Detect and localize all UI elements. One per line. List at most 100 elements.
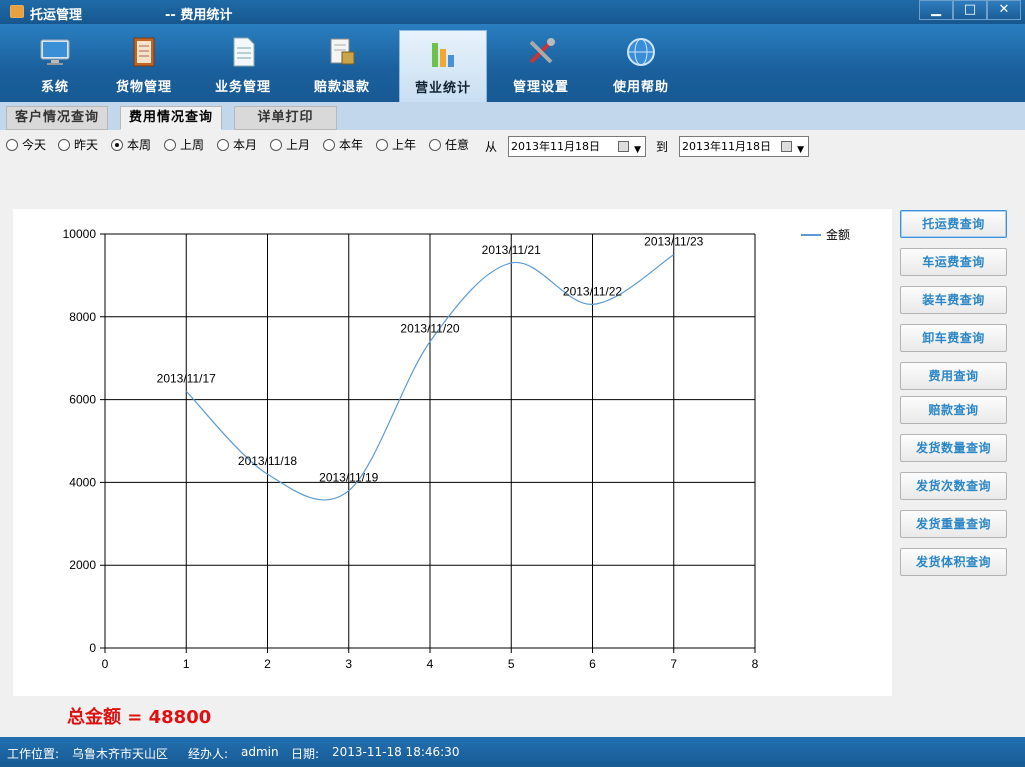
toolbar-label: 赔款退款 — [313, 80, 370, 95]
radio-dot-selected — [111, 139, 123, 151]
tab-strip: 客户情况查询 费用情况查询 详单打印 — [0, 102, 1025, 130]
toolbar-item-refund[interactable]: 赔款退款 — [298, 30, 386, 102]
toolbar-item-settings[interactable]: 管理设置 — [497, 30, 585, 102]
y-tick-label: 0 — [89, 641, 96, 655]
bar-chart-icon — [432, 43, 454, 67]
to-date-value: 2013年11月18日 — [682, 140, 771, 153]
x-tick-label: 0 — [102, 657, 109, 671]
data-label: 2013/11/18 — [238, 454, 297, 468]
toolbar-item-statistics[interactable]: 营业统计 — [399, 30, 487, 102]
radio-label: 本年 — [339, 138, 364, 152]
x-tick-label: 2 — [264, 657, 271, 671]
radio-yesterday[interactable]: 昨天 — [58, 137, 98, 153]
radio-label: 昨天 — [74, 138, 99, 152]
shipment-weight-query-button[interactable]: 发货重量查询 — [900, 510, 1007, 538]
toolbar-label: 系统 — [40, 80, 69, 95]
from-label: 从 — [485, 140, 498, 154]
close-button[interactable]: ✕ — [987, 0, 1021, 20]
x-tick-label: 3 — [345, 657, 352, 671]
maximize-button[interactable]: □ — [953, 0, 987, 20]
unloading-fee-query-button[interactable]: 卸车费查询 — [900, 324, 1007, 352]
radio-today[interactable]: 今天 — [6, 137, 46, 153]
toolbar-item-business[interactable]: 业务管理 — [199, 30, 287, 102]
tools-icon — [529, 38, 555, 64]
radio-label: 上年 — [392, 138, 417, 152]
data-label: 2013/11/21 — [482, 243, 541, 257]
data-label: 2013/11/20 — [400, 322, 459, 336]
radio-last-year[interactable]: 上年 — [376, 137, 416, 153]
from-date-picker[interactable]: 2013年11月18日 ▼ — [508, 136, 646, 157]
chevron-down-icon: ▼ — [797, 145, 804, 155]
compensation-query-button[interactable]: 赔款查询 — [900, 396, 1007, 424]
data-label: 2013/11/19 — [319, 471, 378, 485]
title-bar: 托运管理 -- 费用统计 ▁ □ ✕ — [0, 0, 1025, 24]
radio-label: 本月 — [233, 138, 258, 152]
expense-query-button[interactable]: 费用查询 — [900, 362, 1007, 390]
document-icon — [233, 37, 255, 67]
expense-chart: 0 1 2 3 4 5 6 7 8 0 2000 4000 6000 8000 10000 2013/11/1… — [13, 209, 892, 696]
receipt-icon — [330, 38, 355, 65]
radio-last-month[interactable]: 上月 — [270, 137, 310, 153]
radio-label: 今天 — [22, 138, 47, 152]
date-value: 2013-11-18 18:46:30 — [332, 745, 460, 759]
vehicle-fee-query-button[interactable]: 车运费查询 — [900, 248, 1007, 276]
total-amount: 总金额 = 48800 — [67, 707, 212, 728]
calendar-icon — [781, 141, 792, 152]
x-tick-label: 7 — [670, 657, 677, 671]
page-title: -- 费用统计 — [165, 8, 233, 23]
radio-dot — [429, 139, 441, 151]
y-tick-label: 8000 — [69, 310, 96, 324]
radio-dot — [376, 139, 388, 151]
radio-this-year[interactable]: 本年 — [323, 137, 363, 153]
x-tick-label: 1 — [183, 657, 190, 671]
tab-detail-print[interactable]: 详单打印 — [234, 106, 337, 130]
tab-expense-query[interactable]: 费用情况查询 — [120, 106, 223, 130]
main-toolbar: 系统 货物管理 业务管理 赔款退款 营业统计 管理设置 使用帮助 — [0, 24, 1025, 102]
radio-this-month[interactable]: 本月 — [217, 137, 257, 153]
radio-dot — [217, 139, 229, 151]
data-label: 2013/11/17 — [157, 371, 216, 385]
toolbar-item-system[interactable]: 系统 — [11, 30, 99, 102]
to-label: 到 — [656, 140, 669, 154]
chart-svg: 0 1 2 3 4 5 6 7 8 0 2000 4000 6000 8000 10000 2013/11/1… — [63, 227, 850, 671]
toolbar-label: 营业统计 — [414, 81, 471, 96]
to-date-picker[interactable]: 2013年11月18日 ▼ — [679, 136, 809, 157]
loading-fee-query-button[interactable]: 装车费查询 — [900, 286, 1007, 314]
x-tick-label: 8 — [752, 657, 759, 671]
ledger-icon — [133, 37, 155, 67]
monitor-icon — [40, 39, 70, 65]
shipment-volume-query-button[interactable]: 发货体积查询 — [900, 548, 1007, 576]
chevron-down-icon: ▼ — [634, 145, 641, 155]
data-label: 2013/11/23 — [644, 235, 703, 249]
toolbar-label: 使用帮助 — [612, 80, 669, 95]
toolbar-item-help[interactable]: 使用帮助 — [597, 30, 685, 102]
radio-dot — [6, 139, 18, 151]
operator-label: 经办人: — [188, 747, 229, 761]
radio-dot — [58, 139, 70, 151]
app-icon — [10, 5, 24, 18]
y-tick-label: 10000 — [63, 227, 97, 241]
radio-this-week[interactable]: 本周 — [111, 137, 151, 153]
legend-label: 金额 — [826, 227, 850, 242]
x-tick-label: 5 — [508, 657, 515, 671]
calendar-icon — [618, 141, 629, 152]
minimize-button[interactable]: ▁ — [919, 0, 953, 20]
radio-last-week[interactable]: 上周 — [164, 137, 204, 153]
toolbar-item-goods[interactable]: 货物管理 — [100, 30, 188, 102]
toolbar-label: 业务管理 — [214, 80, 271, 95]
x-tick-label: 6 — [589, 657, 596, 671]
radio-dot — [164, 139, 176, 151]
radio-dot — [323, 139, 335, 151]
radio-custom[interactable]: 任意 — [429, 137, 469, 153]
freight-fee-query-button[interactable]: 托运费查询 — [900, 210, 1007, 238]
shipment-count-query-button[interactable]: 发货次数查询 — [900, 472, 1007, 500]
toolbar-label: 管理设置 — [512, 80, 569, 95]
tab-customer-query[interactable]: 客户情况查询 — [6, 106, 109, 130]
radio-label: 本周 — [127, 138, 152, 152]
location-value: 乌鲁木齐市天山区 — [72, 747, 169, 761]
y-tick-label: 2000 — [69, 558, 96, 572]
y-tick-label: 6000 — [69, 393, 96, 407]
operator-value: admin — [241, 745, 279, 759]
shipment-quantity-query-button[interactable]: 发货数量查询 — [900, 434, 1007, 462]
y-tick-label: 4000 — [69, 475, 96, 489]
